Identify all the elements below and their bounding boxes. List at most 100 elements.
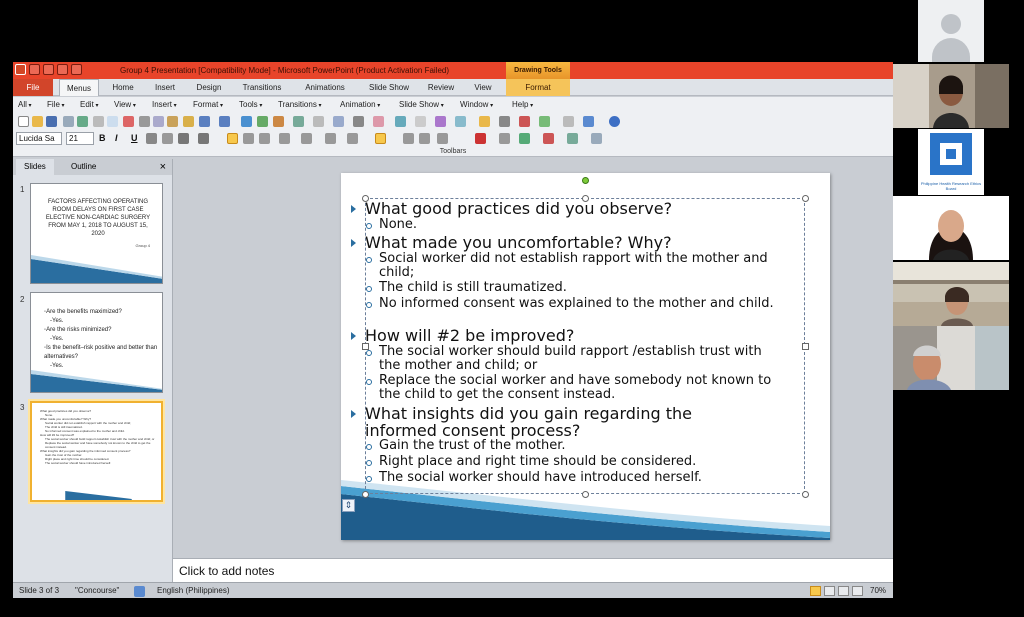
participant-video[interactable] bbox=[893, 196, 1009, 260]
tab-outline[interactable]: Outline bbox=[63, 159, 104, 175]
font-name-box[interactable]: Lucida Sa bbox=[16, 132, 62, 145]
resize-handle[interactable] bbox=[802, 343, 809, 350]
close-pane-icon[interactable]: × bbox=[160, 159, 166, 175]
resize-handle[interactable] bbox=[802, 195, 809, 202]
tab-transitions[interactable]: Transitions bbox=[235, 79, 289, 96]
font-size-box[interactable]: 21 bbox=[66, 132, 94, 145]
layout-icon[interactable] bbox=[353, 116, 364, 127]
tab-view[interactable]: View bbox=[465, 79, 501, 96]
shadow-icon[interactable] bbox=[146, 133, 157, 144]
align-center-icon[interactable] bbox=[243, 133, 254, 144]
tab-menus[interactable]: Menus bbox=[59, 79, 99, 96]
open-folder-icon[interactable] bbox=[32, 116, 43, 127]
decrease-font-icon[interactable] bbox=[419, 133, 430, 144]
clear-formatting-icon[interactable] bbox=[437, 133, 448, 144]
paste-icon[interactable] bbox=[167, 116, 178, 127]
print-icon[interactable] bbox=[93, 116, 104, 127]
reading-view-icon[interactable] bbox=[838, 586, 849, 596]
hyperlink-icon[interactable] bbox=[241, 116, 252, 127]
format-painter-icon[interactable] bbox=[183, 116, 194, 127]
menu-all[interactable]: All bbox=[18, 97, 32, 114]
menu-transitions[interactable]: Transitions bbox=[278, 97, 322, 114]
italic-button[interactable]: I bbox=[115, 132, 118, 145]
menu-view[interactable]: View bbox=[114, 97, 136, 114]
copy-icon[interactable] bbox=[153, 116, 164, 127]
align-right-icon[interactable] bbox=[259, 133, 270, 144]
cut-icon[interactable] bbox=[139, 116, 150, 127]
save-icon[interactable] bbox=[29, 64, 40, 75]
underline-button[interactable]: U bbox=[131, 132, 138, 145]
menu-file[interactable]: File bbox=[47, 97, 65, 114]
tab-slide-show[interactable]: Slide Show bbox=[361, 79, 417, 96]
more-icon[interactable] bbox=[563, 116, 574, 127]
menu-insert[interactable]: Insert bbox=[152, 97, 177, 114]
arrange-icon[interactable] bbox=[591, 133, 602, 144]
resize-handle[interactable] bbox=[582, 491, 589, 498]
tab-design[interactable]: Design bbox=[189, 79, 229, 96]
current-slide[interactable]: What good practices did you observe? Non… bbox=[341, 173, 830, 540]
slide-sorter-view-icon[interactable] bbox=[824, 586, 835, 596]
shape-fill-icon[interactable] bbox=[519, 133, 530, 144]
slide-thumbnail-3[interactable]: What good practices did you observe? None… bbox=[28, 399, 165, 504]
clipart-icon[interactable] bbox=[479, 116, 490, 127]
tab-animations[interactable]: Animations bbox=[297, 79, 353, 96]
redo-icon[interactable] bbox=[219, 116, 230, 127]
find-icon[interactable] bbox=[583, 116, 594, 127]
bold-button[interactable]: B bbox=[99, 132, 106, 145]
permission-icon[interactable] bbox=[63, 116, 74, 127]
justify-icon[interactable] bbox=[279, 133, 290, 144]
outline-icon[interactable] bbox=[415, 116, 426, 127]
normal-view-icon[interactable] bbox=[810, 586, 821, 596]
menu-edit[interactable]: Edit bbox=[80, 97, 98, 114]
character-spacing-icon[interactable] bbox=[178, 133, 189, 144]
zoom-level[interactable]: 70% bbox=[870, 583, 886, 598]
participant-video[interactable] bbox=[893, 262, 1009, 326]
new-document-icon[interactable] bbox=[18, 116, 29, 127]
picture-icon[interactable] bbox=[455, 116, 466, 127]
print-preview-icon[interactable] bbox=[107, 116, 118, 127]
media-icon[interactable] bbox=[519, 116, 530, 127]
show-formatting-icon[interactable] bbox=[395, 116, 406, 127]
strikethrough-icon[interactable] bbox=[162, 133, 173, 144]
slide-design-icon[interactable] bbox=[373, 116, 384, 127]
menu-format[interactable]: Format bbox=[193, 97, 223, 114]
menu-slide-show[interactable]: Slide Show bbox=[399, 97, 444, 114]
participant-video[interactable] bbox=[893, 64, 1009, 128]
insert-chart-icon[interactable] bbox=[273, 116, 284, 127]
text-direction-icon[interactable] bbox=[499, 133, 510, 144]
tab-insert[interactable]: Insert bbox=[147, 79, 183, 96]
align-left-icon[interactable] bbox=[227, 133, 238, 144]
change-case-icon[interactable] bbox=[198, 133, 209, 144]
numbering-icon[interactable] bbox=[347, 133, 358, 144]
insert-table-icon[interactable] bbox=[257, 116, 268, 127]
autofit-options-icon[interactable]: ⇕ bbox=[342, 499, 355, 512]
tab-file[interactable]: File bbox=[13, 79, 53, 96]
slide-thumbnail-2[interactable]: ◦Are the benefits maximized? -Yes. ◦Are … bbox=[30, 292, 163, 393]
notes-pane[interactable]: Click to add notes bbox=[173, 558, 893, 584]
tab-slides[interactable]: Slides bbox=[16, 159, 54, 175]
resize-handle[interactable] bbox=[362, 491, 369, 498]
table-icon[interactable] bbox=[435, 116, 446, 127]
language[interactable]: English (Philippines) bbox=[157, 583, 229, 598]
rotation-handle[interactable] bbox=[582, 177, 589, 184]
new-slide-icon[interactable] bbox=[293, 116, 304, 127]
email-icon[interactable] bbox=[77, 116, 88, 127]
columns-icon[interactable] bbox=[301, 133, 312, 144]
undo-icon[interactable] bbox=[199, 116, 210, 127]
tab-format[interactable]: Format bbox=[506, 79, 570, 96]
help-icon[interactable] bbox=[609, 116, 620, 127]
shape-effects-icon[interactable] bbox=[567, 133, 578, 144]
textbox-icon[interactable] bbox=[499, 116, 510, 127]
zoom-icon[interactable] bbox=[333, 116, 344, 127]
grid-icon[interactable] bbox=[313, 116, 324, 127]
increase-font-icon[interactable] bbox=[403, 133, 414, 144]
spell-check-icon[interactable] bbox=[134, 586, 145, 597]
resize-handle[interactable] bbox=[802, 491, 809, 498]
line-spacing-icon[interactable] bbox=[325, 133, 336, 144]
font-color-icon[interactable] bbox=[475, 133, 486, 144]
participant-tile[interactable] bbox=[893, 0, 1009, 62]
undo-icon[interactable] bbox=[43, 64, 54, 75]
theme-name[interactable]: "Concourse" bbox=[75, 583, 119, 598]
menu-window[interactable]: Window bbox=[460, 97, 493, 114]
shape-outline-icon[interactable] bbox=[543, 133, 554, 144]
